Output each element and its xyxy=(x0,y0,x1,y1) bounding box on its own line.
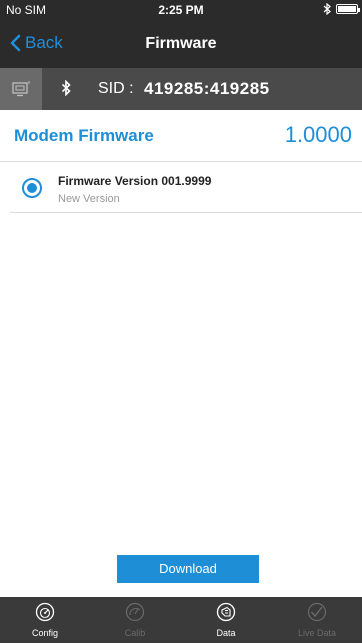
nav-bar: Back Firmware xyxy=(0,20,362,68)
battery-icon xyxy=(336,4,360,14)
tab-bar: Config Calib Data Live Data xyxy=(0,597,362,643)
data-icon xyxy=(216,602,236,622)
modem-firmware-label: Modem Firmware xyxy=(14,126,154,145)
firmware-screen: No SIM 2:25 PM Back Firmware SID: 41928… xyxy=(0,0,362,643)
device-icon xyxy=(12,81,30,97)
status-right xyxy=(323,3,360,15)
download-button[interactable]: Download xyxy=(117,555,259,583)
sid-bar: SID : 419285:419285 xyxy=(0,68,362,110)
status-bar: No SIM 2:25 PM xyxy=(0,0,362,20)
bluetooth-icon xyxy=(61,80,71,96)
sid-label: SID : xyxy=(98,80,134,97)
gauge-icon xyxy=(35,602,55,622)
modem-firmware-version: 1.0000 xyxy=(284,122,352,147)
sid-value: 419285:419285 xyxy=(144,79,270,98)
tab-config-label: Config xyxy=(31,628,58,638)
tab-config[interactable]: Config xyxy=(0,597,90,643)
radio-selected-icon[interactable] xyxy=(22,178,42,198)
tab-live-data[interactable]: Live Data xyxy=(272,597,362,643)
bluetooth-status-icon xyxy=(323,3,331,15)
device-button[interactable] xyxy=(0,68,42,110)
live-data-icon xyxy=(307,602,327,622)
tab-live-data-label: Live Data xyxy=(297,628,337,638)
modem-firmware-row: Modem Firmware 1.0000 xyxy=(0,110,362,162)
page-title: Firmware xyxy=(145,35,217,52)
tab-calib-label: Calib xyxy=(124,628,146,638)
tab-data[interactable]: Data xyxy=(181,597,271,643)
firmware-list-item[interactable]: Firmware Version 001.9999 New Version xyxy=(10,163,362,213)
dial-icon xyxy=(125,602,145,622)
tab-data-label: Data xyxy=(216,628,236,638)
firmware-version-title: Firmware Version 001.9999 xyxy=(58,174,212,188)
status-time: 2:25 PM xyxy=(158,3,204,17)
tab-calib[interactable]: Calib xyxy=(90,597,180,643)
firmware-version-subtitle: New Version xyxy=(58,193,120,205)
